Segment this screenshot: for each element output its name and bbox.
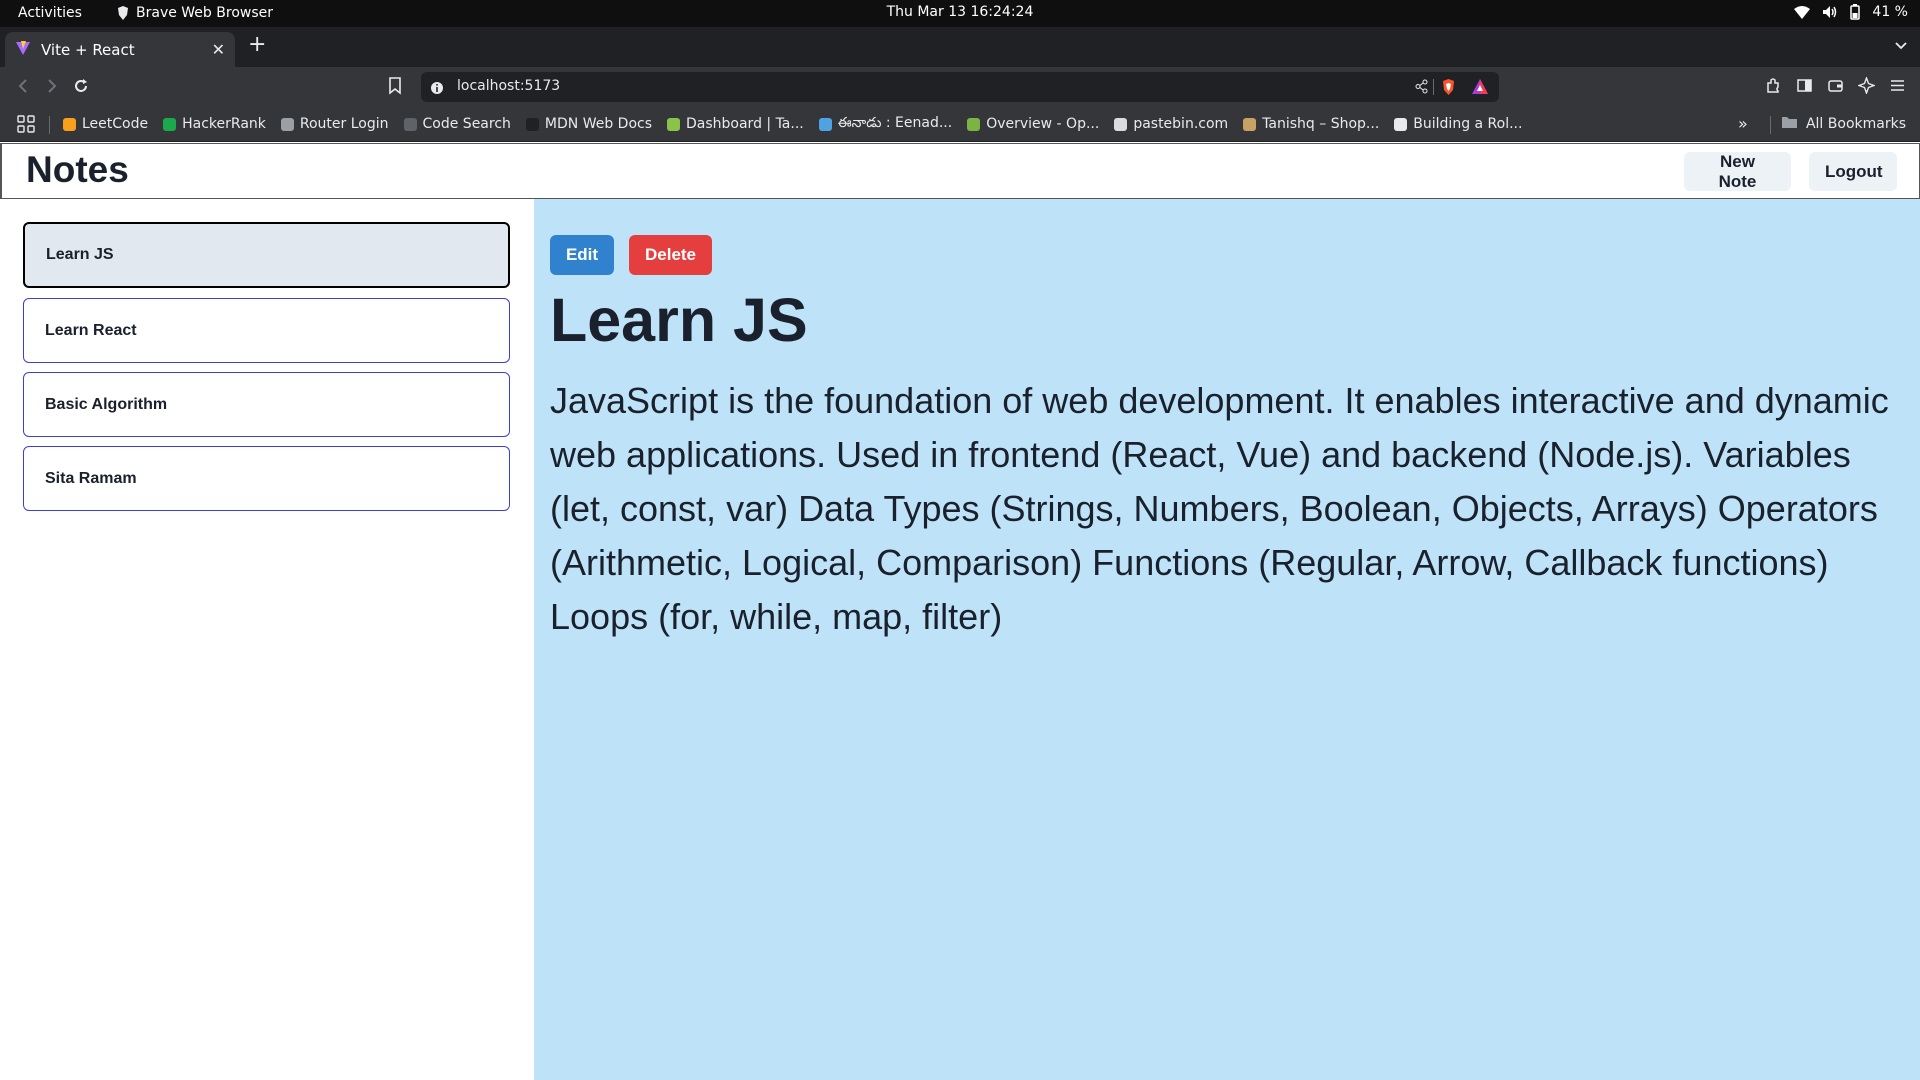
battery-percentage: 41 % (1872, 4, 1908, 20)
new-tab-button[interactable]: + (248, 34, 266, 56)
pastebin-favicon-icon (1114, 117, 1128, 131)
reload-icon[interactable] (72, 77, 90, 99)
logout-button[interactable]: Logout (1809, 152, 1897, 191)
note-detail: Edit Delete Learn JS JavaScript is the f… (534, 199, 1920, 1080)
bookmark-eenadu[interactable]: ఈనాడు : Eenad... (818, 115, 952, 134)
volume-icon (1822, 5, 1838, 19)
bookmark-tanishq[interactable]: Tanishq – Shop... (1243, 116, 1379, 132)
edit-button[interactable]: Edit (550, 235, 614, 275)
brave-lion-icon (117, 6, 129, 20)
bookmark-page-icon[interactable] (388, 77, 402, 99)
brave-rewards-icon[interactable] (1471, 78, 1489, 99)
sidebar-toggle-icon[interactable] (1796, 77, 1813, 98)
omnibox-divider (1433, 79, 1434, 95)
forward-icon[interactable] (43, 77, 61, 99)
share-icon[interactable] (1414, 79, 1429, 98)
browser-toolbar: localhost:5173 (0, 67, 1920, 106)
note-item-learn-react[interactable]: Learn React (23, 298, 510, 363)
address-bar[interactable]: localhost:5173 (421, 72, 1499, 102)
wifi-icon (1794, 5, 1811, 19)
new-note-button[interactable]: New Note (1684, 152, 1791, 191)
bookmark-code-search[interactable]: Code Search (403, 116, 511, 132)
extensions-icon[interactable] (1765, 77, 1782, 98)
delete-button[interactable]: Delete (629, 235, 712, 275)
bookmark-mdn[interactable]: MDN Web Docs (525, 116, 652, 132)
tab-strip: Vite + React ✕ + (0, 27, 1920, 67)
mdn-favicon-icon (525, 117, 539, 131)
notes-app: Notes New Note Logout Learn JS Learn Rea… (0, 143, 1920, 1080)
site-info-icon[interactable] (430, 80, 444, 99)
folder-icon (1781, 115, 1798, 133)
system-tray[interactable]: 41 % (1794, 4, 1908, 20)
tab-title: Vite + React (41, 40, 135, 59)
url-text[interactable]: localhost:5173 (457, 78, 560, 94)
building-favicon-icon (1394, 117, 1408, 131)
all-bookmarks-button[interactable]: All Bookmarks (1781, 106, 1906, 142)
app-name-label: Brave Web Browser (136, 5, 273, 21)
note-item-sita-ramam[interactable]: Sita Ramam (23, 446, 510, 511)
clock[interactable]: Thu Mar 13 16:24:24 (887, 4, 1034, 20)
note-body: JavaScript is the foundation of web deve… (550, 380, 1889, 637)
eenadu-favicon-icon (818, 117, 832, 131)
tab-active[interactable]: Vite + React ✕ (5, 32, 235, 67)
vite-logo-icon (15, 40, 31, 60)
all-bookmarks-label: All Bookmarks (1805, 116, 1906, 132)
overview-favicon-icon (967, 117, 981, 131)
bookmarks-divider-right (1770, 116, 1771, 134)
system-top-bar: Activities Brave Web Browser Thu Mar 13 … (0, 0, 1920, 27)
bookmark-router-login[interactable]: Router Login (280, 116, 389, 132)
dashboard-favicon-icon (667, 117, 680, 131)
code-search-favicon-icon (403, 117, 417, 131)
notes-sidebar: Learn JS Learn React Basic Algorithm Sit… (0, 199, 534, 1080)
bookmark-overview[interactable]: Overview - Op... (967, 116, 1099, 132)
globe-favicon-icon (280, 117, 294, 131)
bookmark-dashboard[interactable]: Dashboard | Ta... (667, 116, 804, 132)
bookmark-building-a-rol[interactable]: Building a Rol... (1394, 116, 1522, 132)
tanishq-favicon-icon (1243, 117, 1257, 131)
app-title: Notes (26, 149, 129, 190)
bookmarks-bar: LeetCode HackerRank Router Login Code Se… (0, 106, 1920, 142)
bookmarks-divider (49, 116, 50, 134)
back-icon[interactable] (14, 77, 32, 99)
app-menu[interactable]: Brave Web Browser (117, 5, 273, 21)
leo-ai-icon[interactable] (1856, 75, 1877, 98)
note-item-basic-algorithm[interactable]: Basic Algorithm (23, 372, 510, 437)
note-title: Learn JS (550, 286, 808, 354)
bookmark-pastebin[interactable]: pastebin.com (1114, 116, 1228, 132)
app-header: Notes New Note Logout (0, 143, 1920, 199)
leetcode-favicon-icon (63, 117, 76, 131)
chevron-down-icon[interactable] (1894, 37, 1908, 56)
activities-button[interactable]: Activities (18, 5, 82, 21)
wallet-icon[interactable] (1827, 77, 1844, 98)
more-bookmarks-button[interactable]: » (1738, 114, 1748, 133)
bookmark-leetcode[interactable]: LeetCode (63, 116, 148, 132)
note-item-learn-js[interactable]: Learn JS (23, 222, 510, 288)
bookmark-hackerrank[interactable]: HackerRank (163, 116, 266, 132)
menu-icon[interactable] (1889, 77, 1906, 98)
battery-icon (1850, 4, 1861, 20)
brave-shields-icon[interactable] (1440, 78, 1457, 100)
close-tab-icon[interactable]: ✕ (212, 40, 225, 59)
hackerrank-favicon-icon (163, 117, 177, 131)
apps-grid-icon[interactable] (17, 115, 35, 137)
